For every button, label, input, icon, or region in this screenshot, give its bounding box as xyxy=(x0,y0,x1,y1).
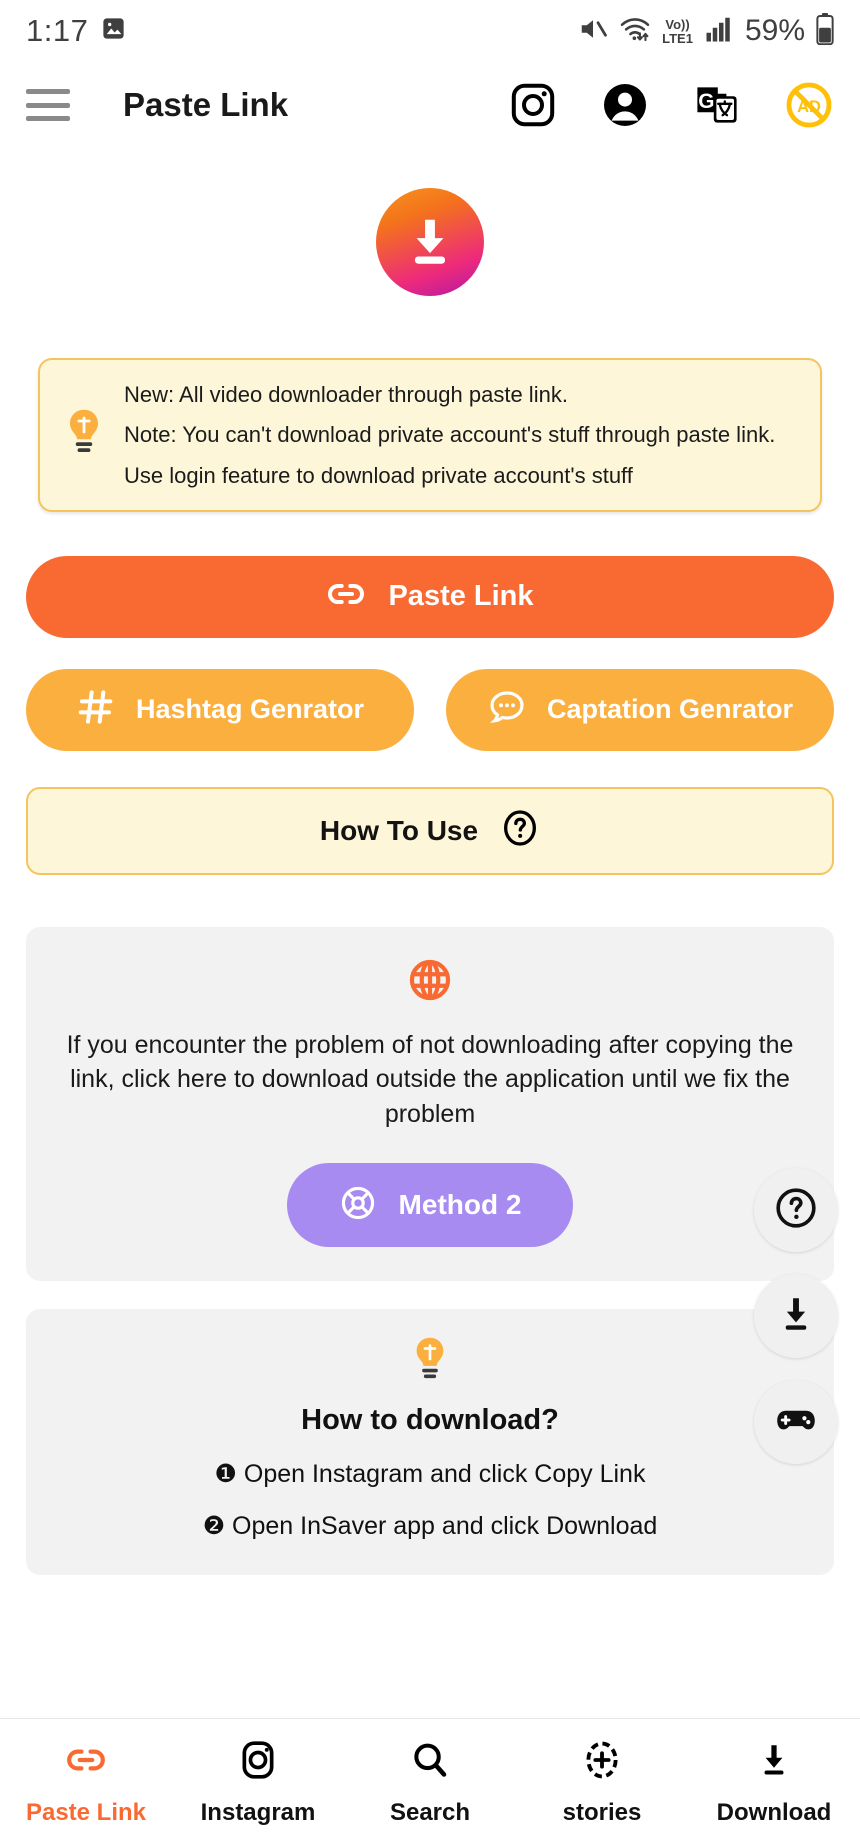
help-fab[interactable] xyxy=(754,1168,838,1252)
generator-button-row: Hashtag Genrator Captation Genrator xyxy=(26,668,834,751)
nav-item-search[interactable]: Search xyxy=(344,1737,516,1827)
status-bar: 1:17 Vo)) LTE1 59% xyxy=(0,0,860,62)
paste-link-button-label: Paste Link xyxy=(388,580,534,613)
floating-action-buttons xyxy=(754,1168,838,1464)
cellular-signal-icon xyxy=(704,15,734,48)
question-mark-circle-icon xyxy=(773,1185,819,1236)
add-story-icon xyxy=(581,1737,623,1783)
games-fab[interactable] xyxy=(754,1380,838,1464)
bottom-navigation: Paste Link Instagram Search stories Down… xyxy=(0,1718,860,1844)
search-icon xyxy=(409,1737,451,1783)
download-fab[interactable] xyxy=(754,1274,838,1358)
status-bar-right: Vo)) LTE1 59% xyxy=(578,12,834,50)
hamburger-menu-icon[interactable] xyxy=(26,89,70,121)
battery-icon xyxy=(816,12,834,50)
hero-logo-area xyxy=(0,188,860,296)
volte-bottom-label: LTE1 xyxy=(662,30,693,46)
battery-percent: 59% xyxy=(744,14,805,47)
notice-line-3: Use login feature to download private ac… xyxy=(124,462,633,488)
no-ads-icon[interactable]: AD xyxy=(784,80,834,130)
app-bar: Paste Link G AD xyxy=(0,62,860,148)
app-bar-actions: G AD xyxy=(508,80,834,130)
method-2-button-label: Method 2 xyxy=(398,1189,522,1221)
hashtag-icon xyxy=(76,687,116,732)
how-to-download-step-2: ❷ Open InSaver app and click Download xyxy=(202,1512,658,1541)
download-arrow-logo xyxy=(376,188,484,296)
instagram-icon xyxy=(237,1737,279,1783)
method-panel: If you encounter the problem of not down… xyxy=(26,926,834,1282)
nav-item-stories[interactable]: stories xyxy=(516,1737,688,1827)
status-bar-left: 1:17 xyxy=(26,13,127,49)
link-icon xyxy=(326,574,366,619)
svg-text:G: G xyxy=(698,90,714,113)
google-translate-icon[interactable]: G xyxy=(692,80,742,130)
volte-top-label: Vo)) xyxy=(665,16,690,32)
image-icon xyxy=(100,15,127,47)
account-circle-icon[interactable] xyxy=(600,80,650,130)
link-icon xyxy=(65,1737,107,1783)
caption-generator-button[interactable]: Captation Genrator xyxy=(446,668,834,751)
notice-card: New: All video downloader through paste … xyxy=(38,358,822,512)
wifi-icon xyxy=(619,14,651,49)
status-time: 1:17 xyxy=(26,13,89,48)
nav-label-download: Download xyxy=(716,1798,832,1826)
lightbulb-icon xyxy=(62,407,106,462)
game-controller-icon xyxy=(773,1397,819,1448)
nav-label-stories: stories xyxy=(562,1798,642,1826)
question-mark-circle-icon xyxy=(500,808,540,853)
download-icon xyxy=(774,1292,818,1341)
notice-line-1: New: All video downloader through paste … xyxy=(124,382,568,407)
globe-icon xyxy=(407,959,453,1007)
page-title: Paste Link xyxy=(123,86,289,123)
nav-label-paste-link: Paste Link xyxy=(25,1798,147,1826)
app-root: 1:17 Vo)) LTE1 59% Paste Link G AD New: … xyxy=(0,0,860,1844)
how-to-use-label: How To Use xyxy=(319,814,479,846)
nav-item-download[interactable]: Download xyxy=(688,1737,860,1827)
svg-text:AD: AD xyxy=(797,97,821,116)
notice-line-2: Note: You can't download private account… xyxy=(124,422,776,448)
nav-label-instagram: Instagram xyxy=(200,1798,316,1826)
method-2-button[interactable]: Method 2 xyxy=(287,1163,573,1248)
compass-icon xyxy=(339,1184,377,1227)
volume-mute-icon xyxy=(578,14,608,49)
how-to-download-title: How to download? xyxy=(301,1404,559,1437)
nav-label-search: Search xyxy=(389,1798,471,1826)
how-to-download-panel: How to download? ❶ Open Instagram and cl… xyxy=(26,1309,834,1576)
chat-bubble-icon xyxy=(487,687,527,732)
caption-generator-label: Captation Genrator xyxy=(546,694,794,725)
instagram-icon[interactable] xyxy=(508,80,558,130)
hashtag-generator-button[interactable]: Hashtag Genrator xyxy=(26,668,414,751)
download-icon xyxy=(753,1737,795,1783)
how-to-use-button[interactable]: How To Use xyxy=(26,786,834,875)
notice-text-lines: New: All video downloader through paste … xyxy=(124,382,775,488)
volte-indicator: Vo)) LTE1 xyxy=(662,18,693,45)
nav-item-instagram[interactable]: Instagram xyxy=(172,1737,344,1827)
method-panel-text: If you encounter the problem of not down… xyxy=(66,1030,794,1128)
lightbulb-icon xyxy=(409,1338,451,1387)
paste-link-button[interactable]: Paste Link xyxy=(26,555,834,638)
how-to-download-step-1: ❶ Open Instagram and click Copy Link xyxy=(214,1460,646,1489)
hashtag-generator-label: Hashtag Genrator xyxy=(135,694,365,725)
nav-item-paste-link[interactable]: Paste Link xyxy=(0,1737,172,1827)
